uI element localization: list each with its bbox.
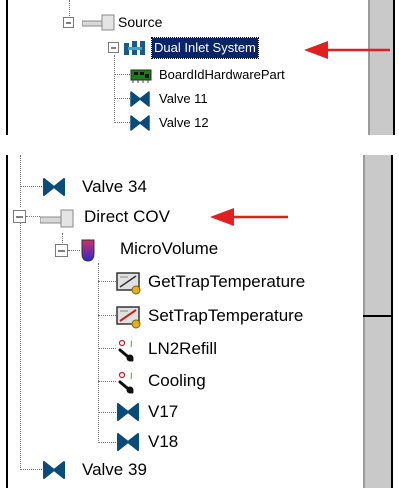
tree-line <box>26 216 40 217</box>
tree-line <box>98 281 116 282</box>
tree-line <box>68 250 80 251</box>
tree-line <box>114 74 130 75</box>
collapse-toggle[interactable] <box>108 42 119 53</box>
source-label: Source <box>118 14 163 30</box>
tree-line <box>114 98 130 99</box>
direct-cov-label: Direct COV <box>84 207 170 226</box>
top-tree-panel: Source Dual Inlet System BoardIdHardware… <box>0 0 399 135</box>
relay-switch-icon: I <box>116 370 140 399</box>
tree-line <box>20 223 21 470</box>
ln2-refill-label: LN2Refill <box>148 339 217 358</box>
bottom-tree-panel: Valve 34 Direct COV MicroVolume GetTrapT… <box>0 155 399 488</box>
scrollbar-right-border <box>393 0 395 135</box>
valve-39-label: Valve 39 <box>82 460 147 479</box>
valve-12-label: Valve 12 <box>159 115 209 130</box>
cooling-label: Cooling <box>148 371 206 390</box>
red-arrow-indicator <box>304 41 390 59</box>
v18-label: V18 <box>148 432 179 451</box>
tree-line <box>98 348 116 349</box>
scrollbar-thumb-edge <box>363 315 393 317</box>
tree-line <box>98 442 116 443</box>
circuit-board-icon <box>130 67 152 88</box>
valve-icon <box>42 460 66 485</box>
valve-icon <box>42 177 66 202</box>
get-trap-temperature-label: GetTrapTemperature <box>148 272 306 291</box>
microvolume-label: MicroVolume <box>120 239 219 258</box>
valve-11-label: Valve 11 <box>159 91 208 106</box>
scrollbar-right-border <box>391 155 393 488</box>
panel-left-border <box>6 155 8 488</box>
valve-icon <box>116 432 140 457</box>
vertical-scrollbar[interactable] <box>368 0 395 135</box>
tree-line <box>114 122 130 123</box>
red-arrow-indicator <box>210 208 288 226</box>
collapse-toggle[interactable] <box>55 244 68 257</box>
tree-line <box>98 263 99 443</box>
svg-text:I: I <box>130 371 133 381</box>
source-device-icon <box>39 207 78 234</box>
valve-icon <box>130 91 150 112</box>
set-trap-temperature-label: SetTrapTemperature <box>148 306 304 325</box>
dual-inlet-system-label: Dual Inlet System <box>151 37 259 59</box>
tree-line <box>98 381 116 382</box>
vertical-scrollbar[interactable] <box>363 155 393 488</box>
valve-icon <box>116 402 140 427</box>
inlet-system-icon <box>124 40 154 61</box>
board-id-hardware-part-label: BoardIdHardwarePart <box>159 67 285 82</box>
svg-text:I: I <box>130 339 133 349</box>
tree-line <box>20 186 42 187</box>
temperature-gauge-icon <box>116 271 142 300</box>
v17-label: V17 <box>148 402 179 421</box>
tree-line <box>98 412 116 413</box>
collapse-toggle[interactable] <box>63 17 74 28</box>
source-device-icon <box>81 13 122 36</box>
tree-line <box>114 55 115 123</box>
tree-line <box>20 469 42 470</box>
panel-left-border <box>6 0 8 135</box>
tree-line <box>20 155 21 207</box>
tree-line <box>98 315 116 316</box>
temperature-gauge-icon <box>116 305 142 334</box>
relay-switch-icon: I <box>116 338 140 367</box>
tree-line <box>69 0 70 18</box>
valve-icon <box>130 115 150 135</box>
microvolume-icon <box>80 237 96 268</box>
valve-34-label: Valve 34 <box>82 177 147 196</box>
collapse-toggle[interactable] <box>13 210 26 223</box>
